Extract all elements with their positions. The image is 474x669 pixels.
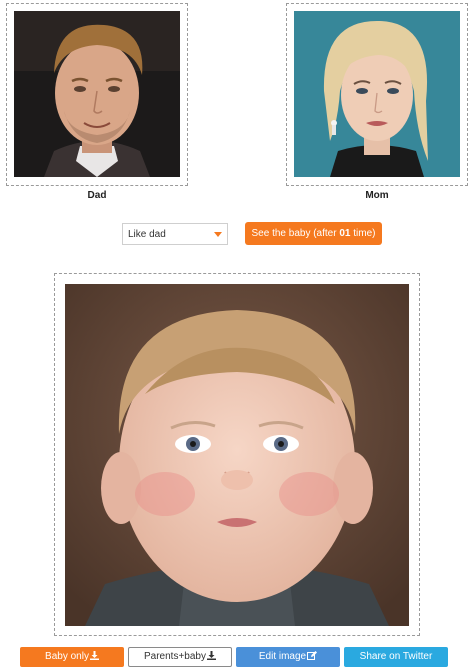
dad-photo-frame — [6, 3, 188, 186]
share-twitter-label: Share on Twitter — [359, 651, 433, 662]
caret-down-icon — [214, 232, 222, 237]
dad-photo — [14, 11, 180, 177]
download-icon — [207, 649, 216, 667]
share-twitter-button[interactable]: Share on Twitter — [344, 647, 448, 667]
baby-only-label: Baby only — [45, 651, 89, 662]
parents-baby-download-button[interactable]: Parents+baby — [128, 647, 232, 667]
see-baby-count: 01 — [339, 228, 351, 239]
baby-photo-frame — [54, 273, 420, 636]
see-baby-label-after: time) — [350, 228, 376, 239]
see-baby-button[interactable]: See the baby (after 01 time) — [245, 222, 382, 245]
dad-label: Dad — [87, 190, 107, 201]
resemblance-select-value: Like dad — [128, 229, 166, 240]
baby-only-download-button[interactable]: Baby only — [20, 647, 124, 667]
mom-photo — [294, 11, 460, 177]
see-baby-label-before: See the baby (after — [251, 228, 340, 239]
mom-label: Mom — [365, 190, 389, 201]
edit-icon — [307, 648, 318, 668]
mom-photo-frame — [286, 3, 468, 186]
edit-image-label: Edit image — [258, 651, 307, 662]
edit-image-button[interactable]: Edit image — [236, 647, 340, 667]
resemblance-select[interactable]: Like dad — [122, 223, 228, 245]
download-icon — [89, 648, 99, 668]
baby-photo — [65, 284, 409, 626]
parents-baby-label: Parents+baby — [144, 651, 206, 662]
